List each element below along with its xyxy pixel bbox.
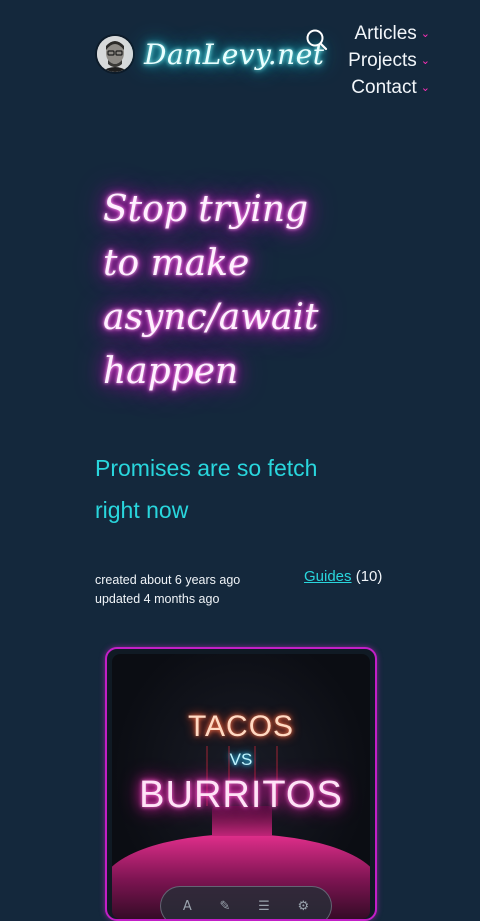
avatar[interactable] xyxy=(97,36,133,72)
toolbar-align-icon[interactable]: ☰ xyxy=(258,899,270,914)
nav-projects[interactable]: Projects ⌄ xyxy=(348,49,430,76)
avatar-photo xyxy=(97,36,133,72)
site-logo[interactable]: DanLevy.net xyxy=(144,38,325,71)
category-tag: Guides (10) xyxy=(304,568,382,585)
chevron-down-icon: ⌄ xyxy=(420,28,430,40)
search-button[interactable] xyxy=(305,28,329,52)
created-date: created about 6 years ago xyxy=(95,573,241,587)
category-link[interactable]: Guides xyxy=(304,568,352,585)
neon-sign-vs: VS xyxy=(229,750,253,769)
nav-articles-label: Articles xyxy=(354,23,417,44)
main-nav: Articles ⌄ Projects ⌄ Contact ⌄ xyxy=(348,22,430,103)
toolbar-text-icon[interactable]: A xyxy=(183,899,192,914)
search-icon xyxy=(306,29,328,51)
article-title: Stop trying to make async/await happen xyxy=(103,189,319,392)
nav-contact-label: Contact xyxy=(351,77,417,98)
chevron-down-icon: ⌄ xyxy=(420,55,430,67)
nav-projects-label: Projects xyxy=(348,50,417,71)
nav-contact[interactable]: Contact ⌄ xyxy=(348,76,430,103)
article-subtitle: Promises are so fetch right now xyxy=(95,455,318,523)
featured-image: TACOS VS BURRITOS A ✎ ☰ ⚙ xyxy=(112,654,370,919)
article-dates: created about 6 years ago updated 4 mont… xyxy=(95,571,240,609)
toolbar-settings-icon[interactable]: ⚙ xyxy=(297,899,309,914)
featured-image-card[interactable]: TACOS VS BURRITOS A ✎ ☰ ⚙ xyxy=(105,647,377,921)
nav-articles[interactable]: Articles ⌄ xyxy=(348,22,430,49)
chevron-down-icon: ⌄ xyxy=(420,82,430,94)
neon-sign-tacos: TACOS xyxy=(187,710,295,743)
image-toolbar: A ✎ ☰ ⚙ xyxy=(160,886,332,919)
category-count: (10) xyxy=(355,568,383,585)
neon-sign-burritos: BURRITOS xyxy=(139,774,343,816)
toolbar-brush-icon[interactable]: ✎ xyxy=(219,899,230,914)
updated-date: updated 4 months ago xyxy=(95,592,220,606)
